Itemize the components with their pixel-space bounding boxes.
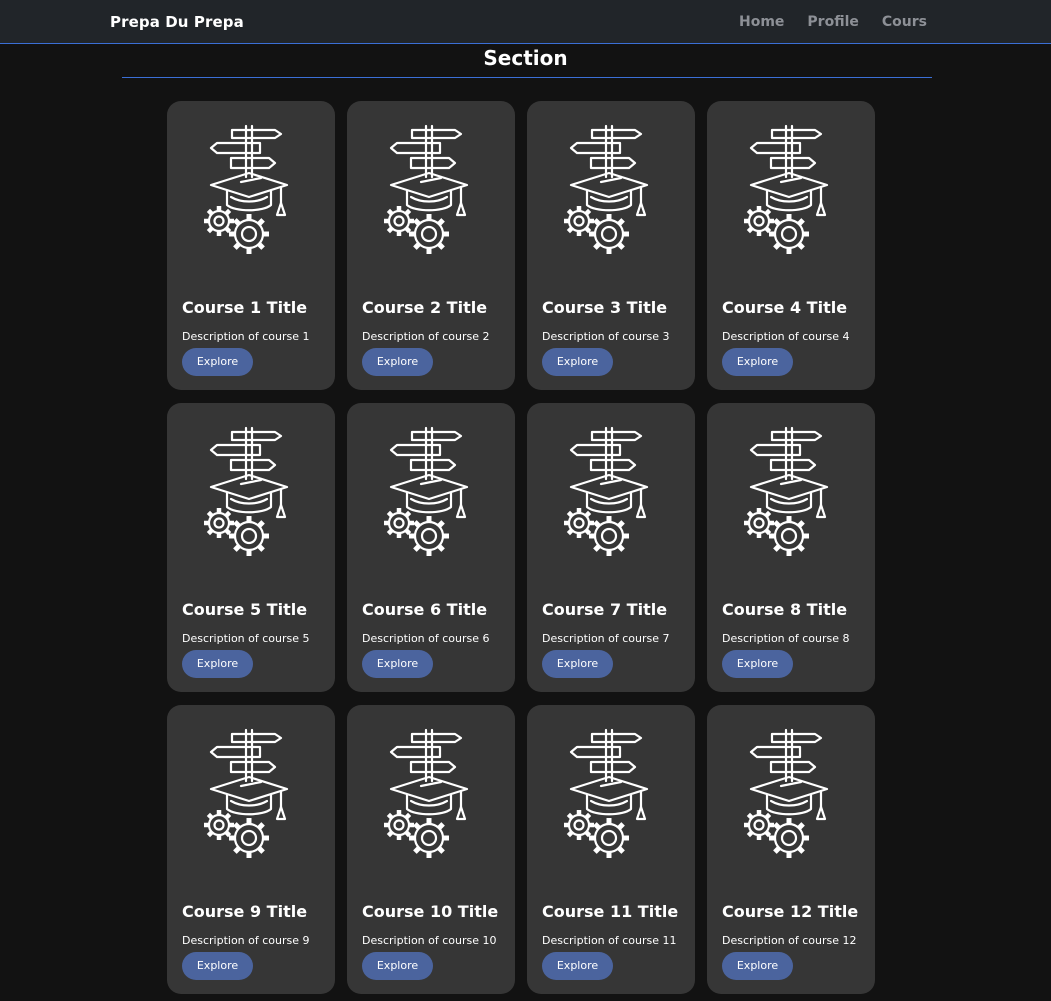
- course-description: Description of course 10: [362, 934, 497, 947]
- course-title: Course 10 Title: [362, 902, 499, 921]
- course-description: Description of course 7: [542, 632, 670, 645]
- education-gears-signpost-icon: [384, 124, 469, 254]
- explore-button[interactable]: Explore: [182, 650, 253, 678]
- course-title: Course 4 Title: [722, 298, 848, 317]
- navbar: Prepa Du Prepa Home Profile Cours: [0, 0, 1051, 44]
- course-card-1: Course 1 Title Description of course 1 E…: [167, 101, 335, 390]
- explore-button[interactable]: Explore: [182, 348, 253, 376]
- explore-button[interactable]: Explore: [362, 650, 433, 678]
- course-title: Course 5 Title: [182, 600, 308, 619]
- course-card-8: Course 8 Title Description of course 8 E…: [707, 403, 875, 692]
- education-gears-signpost-icon: [564, 728, 649, 858]
- course-title: Course 2 Title: [362, 298, 488, 317]
- section-title: Section: [483, 46, 568, 70]
- course-description: Description of course 2: [362, 330, 490, 343]
- explore-button[interactable]: Explore: [722, 650, 793, 678]
- course-description: Description of course 11: [542, 934, 677, 947]
- education-gears-signpost-icon: [384, 728, 469, 858]
- course-description: Description of course 3: [542, 330, 670, 343]
- course-description: Description of course 5: [182, 632, 310, 645]
- education-gears-signpost-icon: [744, 426, 829, 556]
- course-card-5: Course 5 Title Description of course 5 E…: [167, 403, 335, 692]
- course-card-4: Course 4 Title Description of course 4 E…: [707, 101, 875, 390]
- explore-button[interactable]: Explore: [542, 348, 613, 376]
- explore-button[interactable]: Explore: [362, 952, 433, 980]
- course-description: Description of course 4: [722, 330, 850, 343]
- course-grid: Course 1 Title Description of course 1 E…: [167, 101, 875, 994]
- education-gears-signpost-icon: [204, 426, 289, 556]
- course-card-10: Course 10 Title Description of course 10…: [347, 705, 515, 994]
- nav-link-home[interactable]: Home: [739, 14, 784, 30]
- explore-button[interactable]: Explore: [542, 650, 613, 678]
- course-card-2: Course 2 Title Description of course 2 E…: [347, 101, 515, 390]
- course-card-7: Course 7 Title Description of course 7 E…: [527, 403, 695, 692]
- course-title: Course 11 Title: [542, 902, 679, 921]
- course-title: Course 1 Title: [182, 298, 308, 317]
- course-description: Description of course 12: [722, 934, 857, 947]
- course-card-6: Course 6 Title Description of course 6 E…: [347, 403, 515, 692]
- explore-button[interactable]: Explore: [362, 348, 433, 376]
- course-card-12: Course 12 Title Description of course 12…: [707, 705, 875, 994]
- explore-button[interactable]: Explore: [542, 952, 613, 980]
- course-title: Course 12 Title: [722, 902, 859, 921]
- course-title: Course 7 Title: [542, 600, 668, 619]
- course-description: Description of course 1: [182, 330, 310, 343]
- nav-link-cours[interactable]: Cours: [882, 14, 927, 30]
- education-gears-signpost-icon: [744, 728, 829, 858]
- education-gears-signpost-icon: [564, 426, 649, 556]
- course-title: Course 3 Title: [542, 298, 668, 317]
- course-card-11: Course 11 Title Description of course 11…: [527, 705, 695, 994]
- education-gears-signpost-icon: [564, 124, 649, 254]
- course-title: Course 9 Title: [182, 902, 308, 921]
- course-title: Course 6 Title: [362, 600, 488, 619]
- course-title: Course 8 Title: [722, 600, 848, 619]
- education-gears-signpost-icon: [204, 124, 289, 254]
- nav-link-profile[interactable]: Profile: [807, 14, 858, 30]
- explore-button[interactable]: Explore: [722, 952, 793, 980]
- education-gears-signpost-icon: [744, 124, 829, 254]
- education-gears-signpost-icon: [384, 426, 469, 556]
- brand-link[interactable]: Prepa Du Prepa: [110, 13, 244, 31]
- course-description: Description of course 8: [722, 632, 850, 645]
- nav-links: Home Profile Cours: [739, 14, 927, 30]
- explore-button[interactable]: Explore: [722, 348, 793, 376]
- course-card-9: Course 9 Title Description of course 9 E…: [167, 705, 335, 994]
- section-divider: [122, 77, 932, 78]
- course-description: Description of course 9: [182, 934, 310, 947]
- explore-button[interactable]: Explore: [182, 952, 253, 980]
- education-gears-signpost-icon: [204, 728, 289, 858]
- course-description: Description of course 6: [362, 632, 490, 645]
- course-card-3: Course 3 Title Description of course 3 E…: [527, 101, 695, 390]
